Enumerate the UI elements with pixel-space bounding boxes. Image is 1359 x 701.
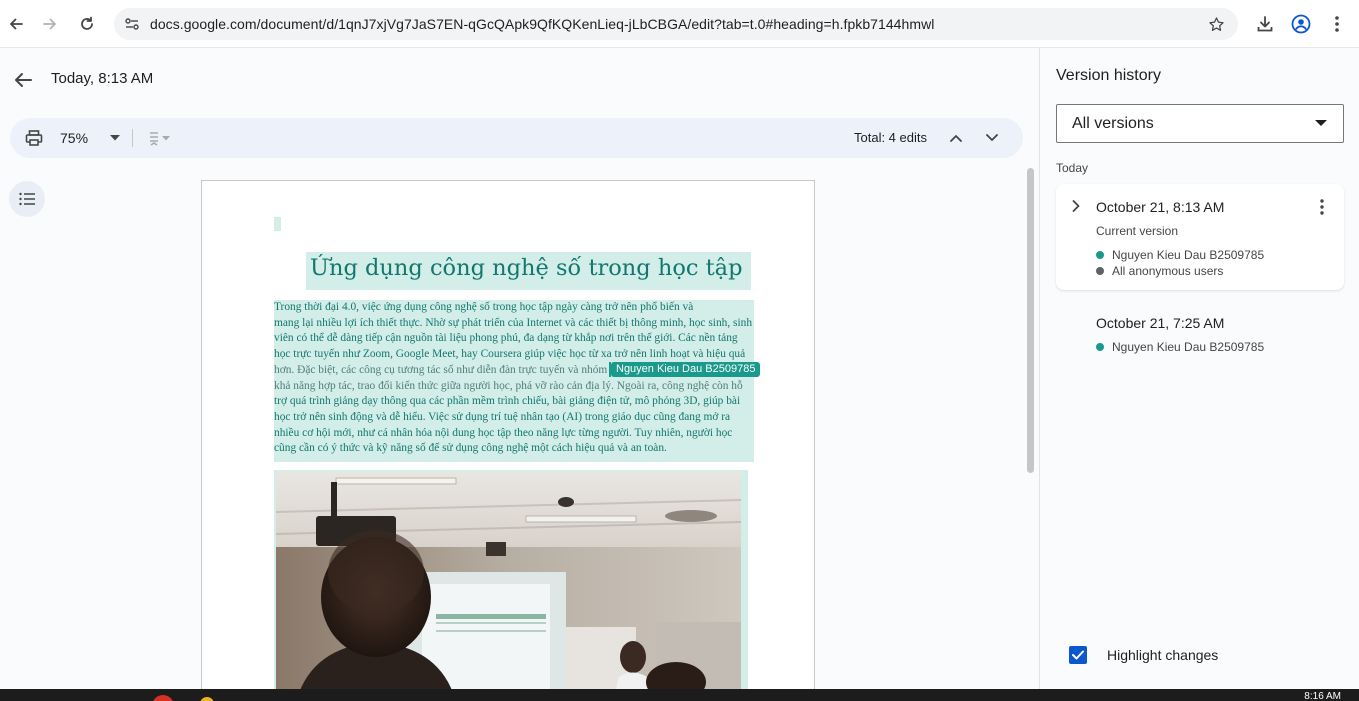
highlight-changes-checkbox[interactable]: [1069, 646, 1087, 664]
chevron-down-icon: [1315, 120, 1327, 126]
os-taskbar: 8:16 AM: [0, 689, 1359, 701]
more-vert-icon[interactable]: [1314, 197, 1330, 217]
editor-name: All anonymous users: [1112, 264, 1224, 278]
back-arrow-icon[interactable]: [11, 68, 35, 92]
chevron-down-icon[interactable]: [108, 130, 122, 146]
taskbar-clock: 8:16 AM: [1304, 691, 1341, 701]
version-toolbar: 75% Total: 4 edits: [10, 118, 1023, 158]
version-editor: All anonymous users: [1096, 264, 1223, 278]
browser-toolbar: docs.google.com/document/d/1qnJ7xjVg7JaS…: [0, 0, 1359, 48]
document-image-frame: [274, 470, 748, 700]
document-page[interactable]: Ứng dụng công nghệ số trong học tập Tron…: [201, 180, 815, 700]
highlight-changes-label[interactable]: Highlight changes: [1107, 647, 1218, 663]
body-line: cũng cần có ý thức và kỹ năng số để sử d…: [274, 442, 667, 455]
body-line: hơn. Đặc biệt, các công cụ tương tác số …: [274, 363, 616, 376]
version-subtitle: Current version: [1096, 224, 1179, 238]
star-icon[interactable]: [1206, 14, 1226, 34]
site-settings-icon[interactable]: [122, 14, 142, 34]
editor-color-dot: [1096, 343, 1104, 351]
editor-color-dot: [1096, 251, 1104, 259]
document-title: Ứng dụng công nghệ số trong học tập: [306, 252, 751, 290]
collaborator-cursor-label: Nguyen Kieu Dau B2509785: [611, 362, 761, 377]
body-line: khả năng hợp tác, trao đổi kiến thức giữ…: [274, 379, 743, 392]
version-group-label: Today: [1056, 161, 1089, 175]
version-editor: Nguyen Kieu Dau B2509785: [1096, 340, 1264, 354]
taskbar-app-icon[interactable]: [152, 695, 174, 701]
version-item-current[interactable]: October 21, 8:13 AM Current version Nguy…: [1056, 184, 1344, 290]
chevron-right-icon[interactable]: [1068, 198, 1084, 214]
toolbar-divider: [132, 129, 133, 147]
version-date: October 21, 7:25 AM: [1096, 315, 1225, 331]
address-bar[interactable]: docs.google.com/document/d/1qnJ7xjVg7JaS…: [114, 8, 1238, 40]
editor-name: Nguyen Kieu Dau B2509785: [1112, 248, 1265, 262]
outline-icon[interactable]: [9, 181, 45, 217]
editor-name: Nguyen Kieu Dau B2509785: [1112, 340, 1265, 354]
chevron-up-icon[interactable]: [946, 128, 966, 148]
version-item[interactable]: October 21, 7:25 AM Nguyen Kieu Dau B250…: [1056, 303, 1344, 363]
classroom-photo[interactable]: [276, 472, 741, 700]
document-area: Today, 8:13 AM 75% Total: 4 edits Ứng dụ…: [0, 48, 1039, 700]
download-icon[interactable]: [1253, 12, 1277, 36]
document-body: Trong thời đại 4.0, việc ứng dụng công n…: [274, 300, 754, 462]
total-edits-label: Total: 4 edits: [854, 130, 927, 145]
editing-mode-icon[interactable]: [144, 128, 174, 148]
body-line: nhiều cơ hội mới, như cá nhân hóa nội du…: [274, 426, 733, 439]
body-line: Trong thời đại 4.0, việc ứng dụng công n…: [274, 301, 694, 313]
more-vert-icon[interactable]: [1325, 12, 1349, 36]
version-editor: Nguyen Kieu Dau B2509785: [1096, 248, 1264, 262]
body-line: mang lại nhiều lợi ích thiết thực. Nhờ s…: [274, 316, 753, 329]
chevron-down-icon[interactable]: [982, 128, 1002, 148]
version-heading: Today, 8:13 AM: [51, 70, 154, 87]
zoom-input[interactable]: 75%: [60, 130, 88, 146]
print-icon[interactable]: [24, 128, 44, 148]
version-history-panel: Version history All versions Today Octob…: [1039, 48, 1359, 689]
change-marker: [274, 217, 281, 231]
body-line: học trở nên sinh động và dễ hiểu. Việc s…: [274, 410, 731, 423]
version-date: October 21, 8:13 AM: [1096, 199, 1225, 215]
body-line: học trực tuyến như Zoom, Google Meet, ha…: [274, 348, 746, 361]
checkbox-icon: [1072, 650, 1084, 660]
body-line: viên có thể dễ dàng tiếp cận nguồn tài l…: [274, 332, 738, 345]
reload-icon[interactable]: [75, 12, 99, 36]
versions-filter-select[interactable]: All versions: [1056, 104, 1344, 143]
body-line: trợ quá trình giảng dạy thông qua các ph…: [274, 395, 741, 408]
taskbar-app-icon[interactable]: [200, 697, 214, 701]
forward-arrow-icon[interactable]: [38, 12, 62, 36]
url-text[interactable]: docs.google.com/document/d/1qnJ7xjVg7JaS…: [150, 16, 934, 32]
versions-filter-value: All versions: [1072, 115, 1154, 132]
profile-icon[interactable]: [1289, 12, 1313, 36]
editor-color-dot: [1096, 267, 1104, 275]
document-scrollbar[interactable]: [1027, 168, 1034, 473]
version-history-title: Version history: [1056, 67, 1161, 84]
back-arrow-icon[interactable]: [4, 12, 28, 36]
